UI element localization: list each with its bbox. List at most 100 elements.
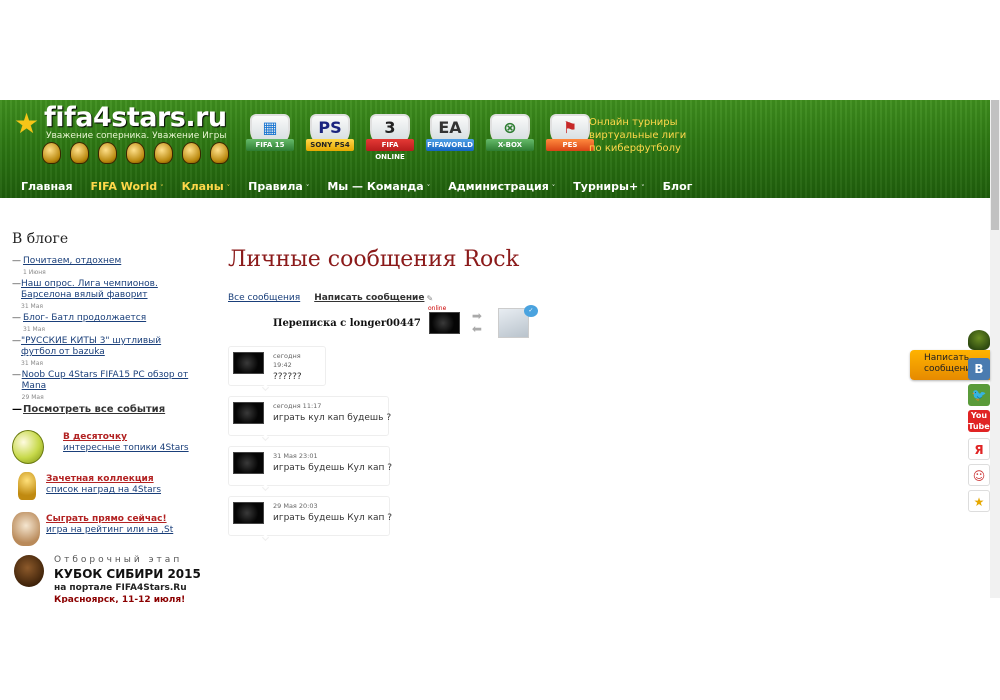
all-events: — Посмотреть все события [12, 404, 166, 415]
cup-icon [210, 142, 229, 164]
cup-icon [182, 142, 201, 164]
blog-heading: В блоге [12, 231, 69, 247]
all-messages-link[interactable]: Все сообщения [228, 293, 300, 303]
scrollbar-thumb[interactable] [991, 100, 999, 230]
platform-xbox[interactable]: ⊗ X-BOX [486, 114, 534, 154]
nav-fifa-world[interactable]: FIFA World ˅ [91, 180, 164, 193]
message-text: играть кул кап будешь ? [273, 413, 392, 423]
list-item: — Noob Cup 4Stars FIFA15 PC обзор от Man… [12, 370, 192, 402]
platform-badges: ▦ FIFA 15 PS SONY PS4 3 FIFA ONLINE EA F… [246, 114, 594, 161]
avatar[interactable] [233, 402, 264, 424]
cup-icon [42, 142, 61, 164]
arrow-right-icon: ➡ [471, 309, 482, 323]
chevron-down-icon: ˅ [160, 183, 164, 192]
message-time: 29 Мая 20:03 [273, 502, 318, 510]
message-time: 31 Мая 23:01 [273, 452, 318, 460]
cap-icon[interactable] [968, 330, 990, 350]
online-status: online [428, 305, 447, 312]
message-item: сегодня 19:42 ?????? [228, 346, 326, 392]
site-tagline: Уважение соперника. Уважение Игры [46, 131, 227, 141]
avatar[interactable] [428, 312, 460, 334]
blog-link[interactable]: Почитаем, отдохнем [23, 256, 121, 266]
platform-ps4[interactable]: PS SONY PS4 [306, 114, 354, 154]
promo-top10[interactable]: В десяточку интересные топики 4Stars [12, 430, 202, 466]
xbox-icon: ⊗ [503, 118, 517, 137]
write-message-link[interactable]: Написать сообщение [314, 293, 424, 303]
yandex-icon[interactable]: Я [968, 438, 990, 460]
bear-icon [14, 555, 44, 587]
cup-icon [98, 142, 117, 164]
pes-icon: ⚑ [562, 118, 578, 137]
nav-admin[interactable]: Администрация ˅ [448, 180, 555, 193]
blog-date: 1 Июня [23, 269, 46, 276]
swap-arrows: ➡ ⬅ [472, 310, 486, 336]
nav-blog[interactable]: Блог [663, 180, 693, 193]
message-text: ?????? [273, 372, 302, 382]
list-item: — Наш опрос. Лига чемпионов. Барселона в… [12, 279, 192, 311]
message-item: 29 Мая 20:03 играть будешь Кул кап ? [228, 496, 393, 542]
message-time: сегодня 19:42 [273, 352, 301, 369]
pencil-icon: ✎ [426, 293, 434, 303]
message-time: сегодня 11:17 [273, 402, 322, 410]
cup-icon [70, 142, 89, 164]
nav-clans[interactable]: Кланы ˅ [182, 180, 231, 193]
blog-link[interactable]: Блог- Батл продолжается [23, 313, 146, 323]
cup-icon [154, 142, 173, 164]
chevron-down-icon: ˅ [226, 183, 231, 192]
thread-header: Переписка с longer00447 online ➡ ⬅ ✓ [273, 305, 538, 338]
vk-icon[interactable]: В [968, 358, 990, 380]
cup-icon [126, 142, 145, 164]
blog-date: 31 Мая [21, 303, 44, 310]
scrollbar[interactable] [990, 100, 1000, 598]
youtube-icon[interactable]: You Tube [968, 410, 990, 432]
blog-link[interactable]: "РУССКИЕ КИТЫ 3" шутливый футбол от bazu… [21, 336, 161, 357]
smile-icon[interactable]: ☺ [968, 464, 990, 486]
nav-tournaments[interactable]: Турниры+ ˅ [573, 180, 644, 193]
siberia-cup-banner[interactable]: Отборочный этап КУБОК СИБИРИ 2015 на пор… [12, 553, 202, 605]
trophy-icon [18, 472, 36, 500]
avatar[interactable] [233, 452, 264, 474]
fifa-online-icon: 3 [384, 118, 396, 137]
chevron-down-icon: ˅ [551, 183, 556, 192]
blog-link[interactable]: Noob Cup 4Stars FIFA15 PC обзор от Mana [22, 370, 189, 391]
thread-label: Переписка с longer00447 [273, 317, 421, 329]
header-promo: Онлайн турниры виртуальные лиги по кибер… [589, 117, 687, 154]
promo-play-now[interactable]: Сыграть прямо сейчас! игра на рейтинг ил… [12, 512, 202, 548]
all-events-link[interactable]: Посмотреть все события [23, 404, 165, 415]
blog-date: 29 Мая [21, 394, 44, 401]
twitter-icon[interactable]: 🐦 [968, 384, 990, 406]
chevron-down-icon: ˅ [641, 183, 645, 192]
avatar[interactable] [233, 352, 264, 374]
promo-collection[interactable]: Зачетная коллекция список наград на 4Sta… [12, 472, 202, 504]
ball-icon [12, 430, 44, 464]
site-logo[interactable]: fifa4stars.ru [44, 102, 227, 133]
platform-pes[interactable]: ⚑ PES [546, 114, 594, 154]
arrow-left-icon: ⬅ [471, 322, 482, 336]
badge-icon: ✓ [523, 305, 538, 317]
list-item: — "РУССКИЕ КИТЫ 3" шутливый футбол от ba… [12, 336, 192, 368]
star-logo-icon: ★ [14, 107, 40, 140]
blog-date: 31 Мая [21, 360, 44, 367]
list-item: — Почитаем, отдохнем 1 Июня [12, 256, 122, 276]
windows-icon: ▦ [262, 118, 278, 137]
blog-link[interactable]: Наш опрос. Лига чемпионов. Барселона вял… [21, 279, 158, 300]
message-item: 31 Мая 23:01 играть будешь Кул кап ? [228, 446, 393, 492]
page: ★ fifa4stars.ru Уважение соперника. Уваж… [0, 0, 1000, 700]
platform-fifaworld[interactable]: EA FIFAWORLD [426, 114, 474, 154]
list-item: — Блог- Батл продолжается 31 Мая [12, 313, 147, 333]
playstation-icon: PS [318, 118, 342, 137]
avatar[interactable]: ✓ [497, 305, 538, 338]
site-header: ★ fifa4stars.ru Уважение соперника. Уваж… [0, 100, 990, 198]
star-icon[interactable]: ★ [968, 490, 990, 512]
platform-fifa-online[interactable]: 3 FIFA ONLINE [366, 114, 414, 161]
nav-home[interactable]: Главная [21, 180, 73, 193]
nav-team[interactable]: Мы — Команда ˅ [327, 180, 430, 193]
avatar[interactable] [233, 502, 264, 524]
message-text: играть будешь Кул кап ? [273, 513, 393, 523]
ea-icon: EA [438, 118, 462, 137]
nav-rules[interactable]: Правила ˅ [248, 180, 309, 193]
platform-fifa15[interactable]: ▦ FIFA 15 [246, 114, 294, 154]
chevron-down-icon: ˅ [305, 183, 310, 192]
message-item: сегодня 11:17 играть кул кап будешь ? [228, 396, 392, 442]
message-text: играть будешь Кул кап ? [273, 463, 393, 473]
